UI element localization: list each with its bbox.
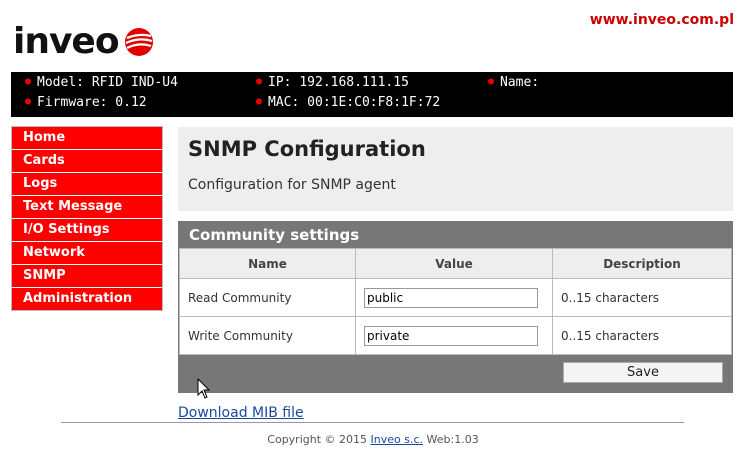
- page-description: Configuration for SNMP agent: [188, 177, 396, 193]
- download-mib-link[interactable]: Download MIB file: [178, 405, 304, 421]
- read-community-description: 0..15 characters: [552, 278, 732, 317]
- table-row: Write Community 0..15 characters: [179, 316, 732, 355]
- name-info: ● Name:: [488, 75, 539, 90]
- save-button[interactable]: Save: [563, 362, 723, 383]
- sidebar-item-cards[interactable]: Cards: [12, 150, 162, 173]
- title-panel: SNMP Configuration Configuration for SNM…: [178, 127, 733, 211]
- sidebar-nav: Home Cards Logs Text Message I/O Setting…: [11, 126, 163, 311]
- page-title: SNMP Configuration: [188, 137, 426, 161]
- bullet-icon: ●: [25, 96, 32, 107]
- mac-info: ● MAC: 00:1E:C0:F8:1F:72: [256, 95, 440, 110]
- bullet-icon: ●: [488, 76, 495, 87]
- sidebar-item-snmp[interactable]: SNMP: [12, 265, 162, 288]
- bullet-icon: ●: [25, 76, 32, 87]
- company-link[interactable]: Inveo s.c.: [371, 433, 424, 446]
- site-url-link[interactable]: www.inveo.com.pl: [590, 12, 734, 28]
- sidebar-item-network[interactable]: Network: [12, 242, 162, 265]
- name-text: Name:: [500, 75, 540, 90]
- ip-text: IP: 192.168.111.15: [268, 75, 409, 90]
- firmware-text: Firmware: 0.12: [37, 95, 147, 110]
- write-community-cell: [355, 316, 553, 355]
- read-community-cell: [355, 278, 553, 317]
- firmware-info: ● Firmware: 0.12: [25, 95, 147, 110]
- logo-text: inveo: [13, 21, 120, 62]
- sidebar-item-io-settings[interactable]: I/O Settings: [12, 219, 162, 242]
- sidebar-item-text-message[interactable]: Text Message: [12, 196, 162, 219]
- sidebar-item-logs[interactable]: Logs: [12, 173, 162, 196]
- mac-text: MAC: 00:1E:C0:F8:1F:72: [268, 95, 441, 110]
- bullet-icon: ●: [256, 96, 263, 107]
- sidebar-item-administration[interactable]: Administration: [12, 288, 162, 310]
- write-community-label: Write Community: [179, 316, 356, 355]
- inveo-logo: inveo: [13, 22, 163, 62]
- community-settings-panel: Community settings Name Value Descriptio…: [178, 221, 733, 393]
- section-title: Community settings: [189, 226, 360, 244]
- copyright-prefix: Copyright © 2015: [267, 433, 371, 446]
- model-text: Model: RFID IND-U4: [37, 75, 178, 90]
- table-header-row: Name Value Description: [179, 248, 732, 279]
- copyright-text: Copyright © 2015 Inveo s.c. Web:1.03: [0, 433, 746, 446]
- footer-divider: [61, 422, 684, 423]
- column-header-description: Description: [552, 248, 732, 279]
- model-info: ● Model: RFID IND-U4: [25, 75, 178, 90]
- ip-info: ● IP: 192.168.111.15: [256, 75, 409, 90]
- read-community-input[interactable]: [364, 287, 538, 308]
- read-community-label: Read Community: [179, 278, 356, 317]
- web-version: Web:1.03: [423, 433, 479, 446]
- write-community-description: 0..15 characters: [552, 316, 732, 355]
- bullet-icon: ●: [256, 76, 263, 87]
- write-community-input[interactable]: [364, 325, 538, 346]
- column-header-name: Name: [179, 248, 356, 279]
- table-row: Read Community 0..15 characters: [179, 278, 732, 317]
- column-header-value: Value: [355, 248, 553, 279]
- mouse-cursor-icon: [197, 378, 211, 399]
- logo-sphere-icon: [125, 28, 153, 56]
- community-settings-table: Name Value Description Read Community 0.…: [179, 248, 732, 355]
- sidebar-item-home[interactable]: Home: [12, 127, 162, 150]
- device-info-bar: ● Model: RFID IND-U4 ● Firmware: 0.12 ● IP:…: [11, 72, 733, 117]
